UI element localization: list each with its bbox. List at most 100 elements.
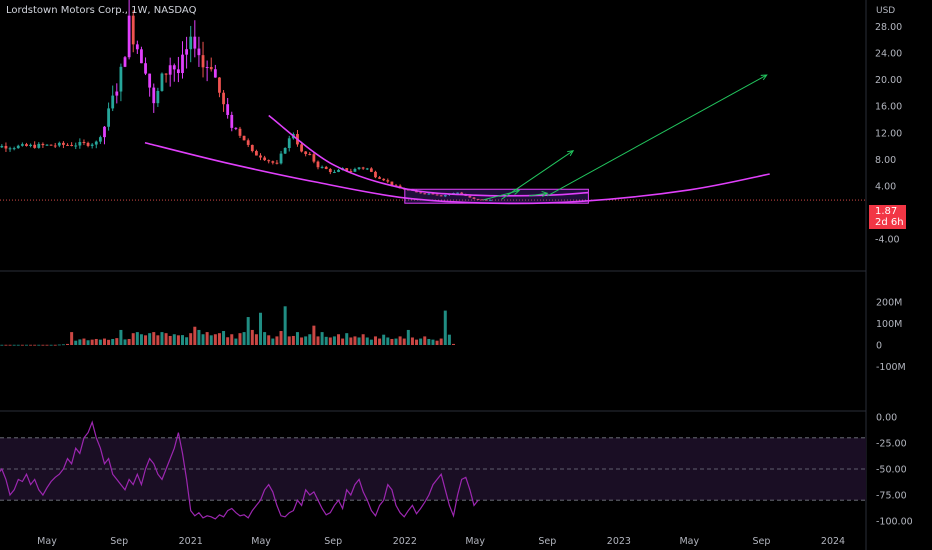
candle-body	[176, 69, 180, 74]
candle-body	[168, 65, 172, 75]
volume-bar	[12, 344, 16, 346]
volume-bar	[53, 344, 57, 346]
volume-bar	[259, 312, 263, 345]
volume-bar	[172, 334, 176, 345]
candle-body	[189, 36, 193, 50]
candle-body	[45, 144, 49, 146]
volume-bar	[238, 333, 242, 345]
candle-body	[86, 142, 90, 146]
candle-body	[197, 48, 201, 56]
volume-bar	[287, 336, 291, 345]
candle-body	[144, 63, 147, 74]
candle-body	[12, 148, 16, 150]
volume-bar	[230, 334, 234, 345]
candle-body	[369, 168, 373, 172]
volume-bar	[37, 344, 41, 346]
candle-body	[300, 144, 303, 152]
volume-bar	[164, 333, 168, 345]
candle-body	[255, 151, 258, 156]
volume-bar	[415, 339, 419, 345]
volume-bar	[111, 338, 115, 345]
volume-bar	[341, 338, 345, 345]
candle-body	[328, 168, 332, 173]
candle-body	[135, 44, 139, 50]
time-tick-label: Sep	[110, 536, 128, 547]
volume-bar	[345, 333, 349, 345]
candle-body	[16, 145, 20, 149]
candle-body	[37, 143, 41, 148]
volume-bar	[390, 338, 394, 345]
volume-bar	[447, 334, 451, 345]
volume-bar	[451, 343, 455, 345]
volume-bar	[386, 337, 390, 345]
oscillator-tick-label: -75.00	[876, 491, 907, 502]
volume-bar	[107, 339, 111, 345]
time-tick-label: 2022	[393, 536, 417, 547]
volume-bar	[332, 336, 336, 345]
volume-bar	[435, 340, 439, 345]
volume-bar	[271, 338, 275, 345]
volume-bar	[33, 344, 37, 346]
candle-body	[353, 168, 357, 172]
volume-bar	[357, 337, 361, 345]
candle-body	[250, 144, 254, 152]
candle-body	[324, 166, 328, 169]
chart-title: Lordstown Motors Corp., 1W, NASDAQ	[6, 5, 197, 16]
volume-bar	[250, 329, 254, 345]
volume-bar	[201, 334, 205, 345]
candle-body	[271, 161, 275, 163]
price-axis-unit: USD	[876, 6, 895, 16]
volume-bar	[70, 332, 74, 345]
volume-bar	[378, 338, 382, 345]
oscillator-tick-label: -25.00	[876, 439, 907, 450]
time-tick-label: 2023	[607, 536, 631, 547]
time-tick-label: May	[37, 536, 57, 547]
candle-body	[160, 73, 164, 91]
volume-bar	[279, 331, 283, 345]
volume-bar	[29, 344, 33, 346]
candle-body	[386, 180, 390, 182]
candle-body	[246, 140, 250, 145]
volume-bar	[16, 344, 20, 346]
volume-bar	[41, 344, 45, 346]
oscillator-tick-label: 0.00	[876, 413, 897, 424]
volume-bar	[156, 335, 160, 345]
candle-body	[357, 167, 361, 169]
volume-bar	[275, 336, 279, 345]
volume-bar	[0, 344, 4, 346]
volume-bar	[144, 335, 148, 345]
candle-body	[218, 77, 221, 93]
volume-bar	[180, 335, 184, 345]
volume-bar	[45, 344, 49, 346]
candle-body	[82, 142, 86, 144]
candle-body	[119, 66, 123, 92]
time-tick-label: May	[679, 536, 699, 547]
candle-body	[74, 145, 78, 147]
volume-bar	[209, 335, 213, 345]
candle-body	[53, 145, 57, 147]
volume-bar	[263, 332, 267, 345]
volume-bar	[382, 334, 386, 345]
volume-bar	[102, 338, 106, 345]
candle-body	[365, 168, 369, 170]
candle-body	[90, 144, 94, 146]
candle-body	[41, 143, 45, 146]
volume-tick-label: -100M	[876, 362, 906, 373]
volume-bar	[300, 337, 304, 345]
time-tick-label: 2024	[821, 536, 845, 547]
candle-body	[312, 154, 316, 162]
candle-body	[193, 36, 197, 49]
candle-body	[29, 144, 32, 147]
candle-body	[70, 144, 74, 146]
candle-body	[4, 145, 8, 149]
volume-bar	[49, 344, 53, 346]
candle-body	[242, 135, 246, 141]
volume-bar	[119, 329, 123, 345]
volume-bar	[295, 332, 299, 345]
candle-body	[62, 142, 65, 145]
volume-bar	[160, 332, 164, 345]
volume-bar	[66, 343, 70, 345]
volume-bar	[304, 336, 308, 345]
volume-bar	[406, 329, 410, 345]
volume-bar	[267, 335, 271, 345]
